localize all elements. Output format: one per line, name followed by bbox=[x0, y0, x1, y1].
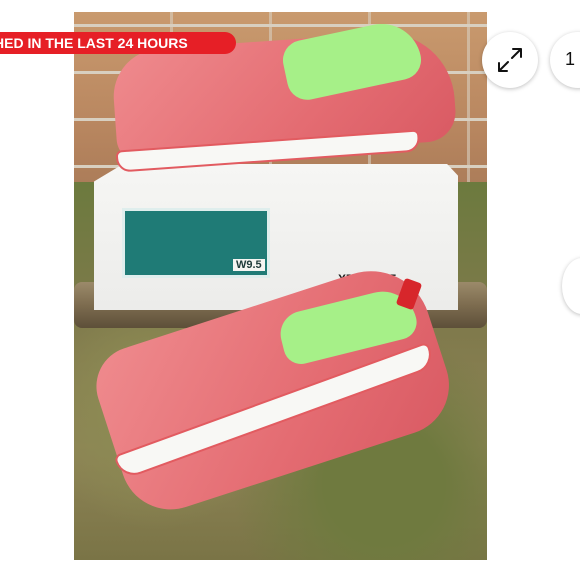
box-size-label: W9.5 bbox=[233, 259, 265, 271]
banner-text: HED IN THE LAST 24 HOURS bbox=[0, 35, 188, 51]
image-count-text: 1 bbox=[565, 49, 576, 69]
next-image-button[interactable] bbox=[562, 258, 580, 314]
recently-sold-banner: HED IN THE LAST 24 HOURS bbox=[0, 32, 236, 54]
box-label: W9.5 bbox=[122, 208, 270, 278]
product-gallery: W9.5 XTRATUF HED IN THE LAST 24 HOURS 1 bbox=[0, 0, 580, 580]
product-photo[interactable]: W9.5 XTRATUF bbox=[74, 12, 487, 560]
